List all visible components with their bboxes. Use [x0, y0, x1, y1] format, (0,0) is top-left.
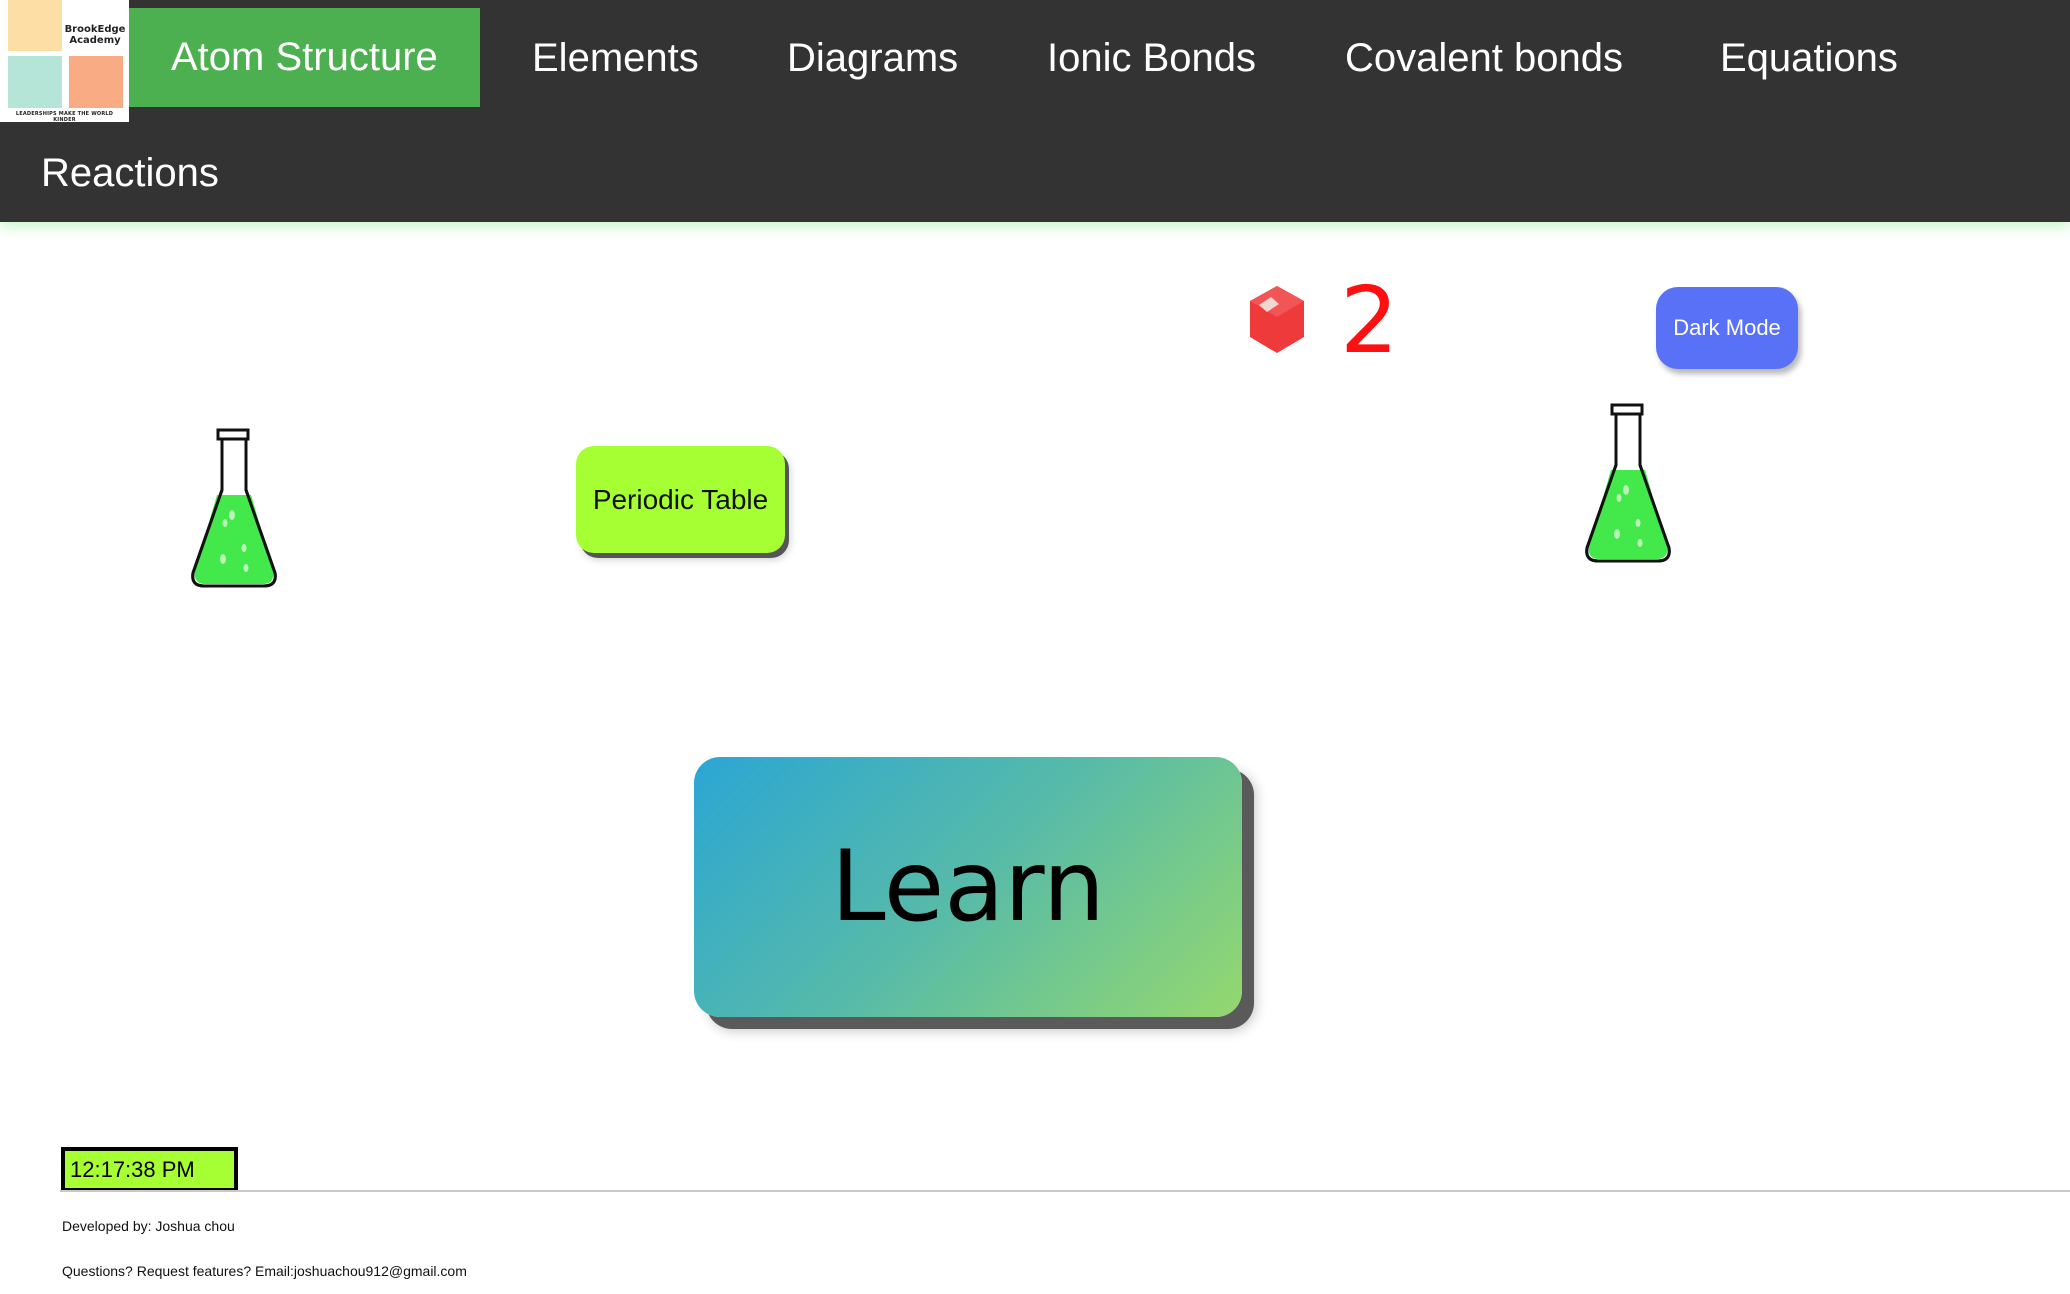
nav-item-elements[interactable]: Elements	[532, 8, 699, 108]
footer-contact: Questions? Request features? Email:joshu…	[62, 1263, 467, 1279]
footer-divider	[60, 1190, 2070, 1192]
logo-square-orange	[69, 56, 123, 108]
score-counter: 2	[1340, 267, 1399, 374]
top-navbar: BrookEdge Academy LEADERSHIPS MAKE THE W…	[0, 0, 2070, 222]
nav-item-equations[interactable]: Equations	[1720, 8, 1898, 108]
nav-item-atom-structure[interactable]: Atom Structure	[129, 8, 480, 107]
red-gem-icon	[1250, 286, 1304, 353]
nav-item-covalent-bonds[interactable]: Covalent bonds	[1345, 8, 1623, 108]
flask-icon	[191, 428, 277, 588]
logo-name-line1: BrookEdge	[64, 24, 126, 35]
footer-developer: Developed by: Joshua chou	[62, 1218, 235, 1234]
nav-item-reactions[interactable]: Reactions	[41, 123, 219, 223]
nav-item-diagrams[interactable]: Diagrams	[787, 8, 958, 108]
logo-square-teal	[8, 56, 62, 108]
logo-name: BrookEdge Academy	[64, 24, 126, 46]
nav-item-ionic-bonds[interactable]: Ionic Bonds	[1047, 8, 1256, 108]
brookedge-logo[interactable]: BrookEdge Academy LEADERSHIPS MAKE THE W…	[0, 0, 129, 123]
dark-mode-button[interactable]: Dark Mode	[1656, 287, 1798, 369]
logo-name-line2: Academy	[69, 35, 121, 46]
logo-square-yellow	[8, 0, 62, 51]
clock-display: 12:17:38 PM	[61, 1147, 238, 1192]
learn-button[interactable]: Learn	[694, 757, 1242, 1017]
flask-icon	[1585, 403, 1671, 563]
logo-tagline: LEADERSHIPS MAKE THE WORLD KINDER	[15, 111, 114, 123]
periodic-table-button[interactable]: Periodic Table	[576, 446, 785, 553]
